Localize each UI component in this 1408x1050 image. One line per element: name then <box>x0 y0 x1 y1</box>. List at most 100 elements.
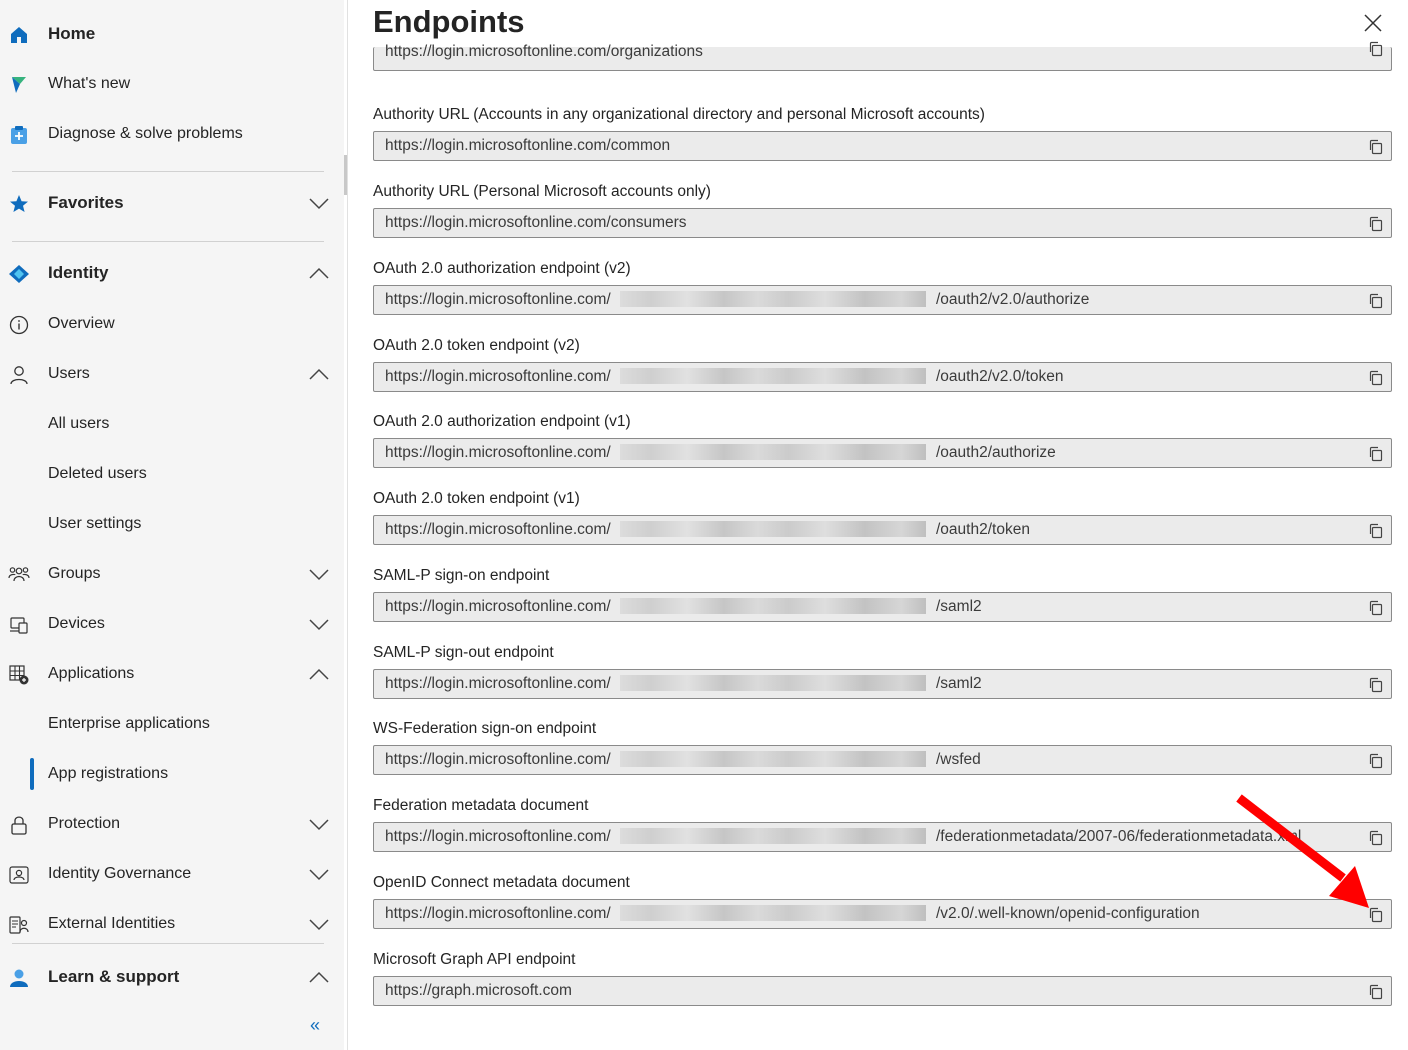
endpoint-url-field[interactable]: https://login.microsoftonline.com/ /feder… <box>373 822 1392 852</box>
copy-icon[interactable] <box>1368 446 1384 462</box>
overview-info-icon <box>8 314 30 336</box>
redacted-tenant-id <box>620 598 926 614</box>
nav-label: All users <box>48 415 110 432</box>
chevron-down-icon[interactable] <box>306 814 332 834</box>
nav-item-devices[interactable]: Devices <box>0 604 344 644</box>
endpoint-url-field[interactable]: https://login.microsoftonline.com/ /wsfed <box>373 745 1392 775</box>
nav-item-diagnose[interactable]: Diagnose & solve problems <box>0 114 344 154</box>
endpoint-url-text: https://login.microsoftonline.com/ <box>385 521 611 538</box>
nav-item-enterprise-applications[interactable]: Enterprise applications <box>0 704 344 744</box>
endpoint-url-field[interactable]: https://login.microsoftonline.com/common <box>373 131 1392 161</box>
copy-icon[interactable] <box>1368 216 1384 232</box>
copy-icon[interactable] <box>1368 293 1384 309</box>
endpoint-url-field[interactable]: https://login.microsoftonline.com/ /saml2 <box>373 592 1392 622</box>
endpoint-url-field[interactable]: https://graph.microsoft.com <box>373 976 1392 1006</box>
nav-item-favorites[interactable]: Favorites <box>0 183 344 223</box>
copy-icon[interactable] <box>1368 984 1384 1000</box>
endpoint-url-field[interactable]: https://login.microsoftonline.com/ /v2.0/… <box>373 899 1392 929</box>
nav-item-overview[interactable]: Overview <box>0 304 344 344</box>
nav-item-protection[interactable]: Protection <box>0 804 344 844</box>
nav-divider <box>12 171 324 172</box>
endpoint-url-field[interactable]: https://login.microsoftonline.com/ /saml2 <box>373 669 1392 699</box>
nav-item-deleted-users[interactable]: Deleted users <box>0 454 344 494</box>
close-button[interactable] <box>1360 10 1386 36</box>
copy-icon[interactable] <box>1368 41 1384 57</box>
nav-label: App registrations <box>48 765 169 782</box>
whats-new-icon <box>8 74 30 96</box>
endpoint-label: Authority URL (Personal Microsoft accoun… <box>373 183 711 200</box>
chevron-down-icon[interactable] <box>306 864 332 884</box>
chevron-down-icon[interactable] <box>306 193 332 213</box>
nav-label: Users <box>48 365 90 382</box>
endpoint-label: Microsoft Graph API endpoint <box>373 951 576 968</box>
endpoint-url-text: https://login.microsoftonline.com/ <box>385 291 611 308</box>
nav-item-identity[interactable]: Identity <box>0 253 344 293</box>
redacted-tenant-id <box>620 828 926 844</box>
nav-item-groups[interactable]: Groups <box>0 554 344 594</box>
chevron-up-icon[interactable] <box>306 664 332 684</box>
endpoint-url-field[interactable]: https://login.microsoftonline.com/ /oauth… <box>373 515 1392 545</box>
copy-icon[interactable] <box>1368 600 1384 616</box>
endpoint-url-field[interactable]: https://login.microsoftonline.com/consum… <box>373 208 1392 238</box>
redacted-tenant-id <box>620 675 926 691</box>
endpoint-url-field[interactable]: https://login.microsoftonline.com/ /oauth… <box>373 362 1392 392</box>
copy-icon[interactable] <box>1368 830 1384 846</box>
endpoint-label: SAML-P sign-on endpoint <box>373 567 550 584</box>
learn-support-icon <box>8 967 30 989</box>
chevron-down-icon[interactable] <box>306 564 332 584</box>
endpoint-url-text: https://login.microsoftonline.com/ <box>385 905 611 922</box>
endpoint-url-text: https://login.microsoftonline.com/common <box>385 137 671 154</box>
endpoint-label: Authority URL (Accounts in any organizat… <box>373 106 985 123</box>
copy-icon[interactable] <box>1368 677 1384 693</box>
copy-icon[interactable] <box>1368 523 1384 539</box>
nav-item-learn-support[interactable]: Learn & support <box>0 957 344 997</box>
collapse-sidebar-button[interactable]: « <box>304 1014 326 1036</box>
endpoint-label: OAuth 2.0 authorization endpoint (v1) <box>373 413 631 430</box>
endpoint-url-text: https://login.microsoftonline.com/ <box>385 444 611 461</box>
endpoint-url-suffix: /oauth2/v2.0/token <box>936 368 1064 385</box>
nav-divider <box>12 241 324 242</box>
nav-label: Diagnose & solve problems <box>48 125 243 142</box>
nav-label: External Identities <box>48 915 176 932</box>
chevron-down-icon[interactable] <box>306 914 332 934</box>
nav-item-users[interactable]: Users <box>0 354 344 394</box>
chevron-up-icon[interactable] <box>306 364 332 384</box>
redacted-tenant-id <box>620 751 926 767</box>
nav-label: User settings <box>48 515 142 532</box>
chevron-down-icon[interactable] <box>306 614 332 634</box>
nav-item-app-registrations[interactable]: App registrations <box>0 754 344 794</box>
endpoint-label: OpenID Connect metadata document <box>373 874 630 891</box>
diagnose-icon <box>8 124 30 146</box>
endpoint-url-field[interactable]: https://login.microsoftonline.com/ /oauth… <box>373 438 1392 468</box>
chevron-up-icon[interactable] <box>306 263 332 283</box>
copy-icon[interactable] <box>1368 907 1384 923</box>
nav-item-applications[interactable]: Applications <box>0 654 344 694</box>
nav-label: Identity Governance <box>48 865 192 882</box>
nav-item-home[interactable]: Home <box>0 14 344 54</box>
close-icon <box>1364 14 1382 32</box>
endpoint-url-text: https://login.microsoftonline.com/consum… <box>385 214 687 231</box>
copy-icon[interactable] <box>1368 753 1384 769</box>
nav-label: Learn & support <box>48 967 180 986</box>
nav-label: Favorites <box>48 193 124 212</box>
chevron-up-icon[interactable] <box>306 967 332 987</box>
groups-icon <box>8 564 30 586</box>
endpoint-url-field[interactable]: https://login.microsoftonline.com/ /oauth… <box>373 285 1392 315</box>
endpoint-url-field[interactable]: https://login.microsoftonline.com/organi… <box>373 41 1392 71</box>
nav-label: Groups <box>48 565 101 582</box>
nav-item-identity-governance[interactable]: Identity Governance <box>0 854 344 894</box>
endpoint-label: Federation metadata document <box>373 797 589 814</box>
nav-label: Identity <box>48 263 109 282</box>
nav-item-all-users[interactable]: All users <box>0 404 344 444</box>
copy-icon[interactable] <box>1368 139 1384 155</box>
endpoint-url-text: https://login.microsoftonline.com/organi… <box>385 43 703 60</box>
endpoint-label: SAML-P sign-out endpoint <box>373 644 554 661</box>
nav-item-external-identities[interactable]: External Identities <box>0 904 344 944</box>
endpoint-label: WS-Federation sign-on endpoint <box>373 720 597 737</box>
nav-item-user-settings[interactable]: User settings <box>0 504 344 544</box>
endpoint-url-suffix: /oauth2/v2.0/authorize <box>936 291 1090 308</box>
copy-icon[interactable] <box>1368 370 1384 386</box>
redacted-tenant-id <box>620 905 926 921</box>
devices-icon <box>8 614 30 636</box>
nav-item-whats-new[interactable]: What's new <box>0 64 344 104</box>
